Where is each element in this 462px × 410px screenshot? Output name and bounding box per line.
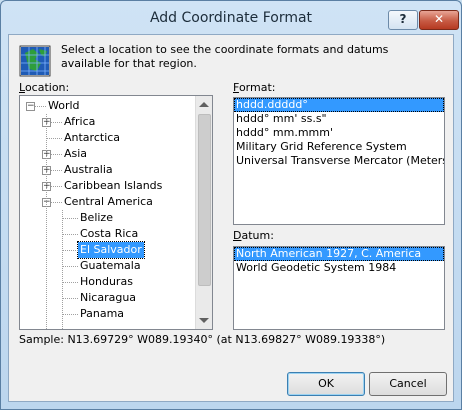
tree-connector xyxy=(62,266,78,267)
help-button[interactable]: ? xyxy=(388,10,418,30)
cancel-button[interactable]: Cancel xyxy=(369,372,447,396)
close-button[interactable]: ✕ xyxy=(419,10,459,30)
datum-label: Datum: xyxy=(233,229,274,242)
tree-item[interactable]: Nicaragua xyxy=(78,290,138,306)
scroll-down-arrow-icon[interactable] xyxy=(199,318,209,323)
dialog-client-area: Select a location to see the coordinate … xyxy=(8,34,454,402)
tree-connector xyxy=(62,314,78,315)
tree-guide-line xyxy=(46,114,47,329)
tree-item[interactable]: El Salvador xyxy=(77,241,145,259)
tree-guide-line xyxy=(62,210,63,329)
sample-coordinates: Sample: N13.69729° W089.19340° (at N13.6… xyxy=(19,333,386,346)
tree-item[interactable]: Honduras xyxy=(78,274,135,290)
tree-item[interactable]: Panama xyxy=(78,306,126,322)
datum-list[interactable]: North American 1927, C. America World Geo… xyxy=(233,246,445,330)
tree-item[interactable]: Central America xyxy=(62,194,155,210)
location-tree[interactable]: World − Africa + Antarctica Asia + Australia + Ca… xyxy=(19,95,213,330)
tree-connector xyxy=(62,282,78,283)
scroll-thumb[interactable] xyxy=(198,114,211,286)
globe-grid-icon xyxy=(19,45,51,77)
tree-item[interactable]: World xyxy=(46,98,82,114)
instruction-text: Select a location to see the coordinate … xyxy=(61,43,389,70)
tree-connector xyxy=(62,298,78,299)
format-label: Format: xyxy=(233,81,276,94)
format-list[interactable]: hddd.ddddd° hddd° mm' ss.s" hddd° mm.mmm' M… xyxy=(233,97,445,225)
tree-item[interactable]: Guatemala xyxy=(78,258,143,274)
tree-item[interactable]: Africa xyxy=(62,114,97,130)
tree-connector xyxy=(62,234,78,235)
datum-option[interactable]: North American 1927, C. America xyxy=(234,247,444,261)
datum-option[interactable]: World Geodetic System 1984 xyxy=(234,261,444,275)
tree-item[interactable]: Caribbean Islands xyxy=(62,178,164,194)
scroll-up-arrow-icon[interactable] xyxy=(199,102,209,107)
tree-item[interactable]: Asia xyxy=(62,146,89,162)
tree-connector xyxy=(46,138,62,139)
format-option[interactable]: Universal Transverse Mercator (Meters) xyxy=(234,154,444,168)
tree-item[interactable]: Costa Rica xyxy=(78,226,140,242)
format-option[interactable]: hddd.ddddd° xyxy=(234,98,444,112)
tree-connector xyxy=(62,218,78,219)
tree-scrollbar[interactable] xyxy=(195,96,212,329)
format-option[interactable]: hddd° mm' ss.s" xyxy=(234,112,444,126)
format-option[interactable]: Military Grid Reference System xyxy=(234,140,444,154)
tree-item[interactable]: Australia xyxy=(62,162,115,178)
ok-button[interactable]: OK xyxy=(287,372,365,396)
location-label: Location: xyxy=(19,81,70,94)
tree-connector xyxy=(62,250,78,251)
collapse-icon[interactable]: − xyxy=(26,102,35,111)
format-option[interactable]: hddd° mm.mmm' xyxy=(234,126,444,140)
tree-item[interactable]: Antarctica xyxy=(62,130,122,146)
tree-item[interactable]: Belize xyxy=(78,210,115,226)
